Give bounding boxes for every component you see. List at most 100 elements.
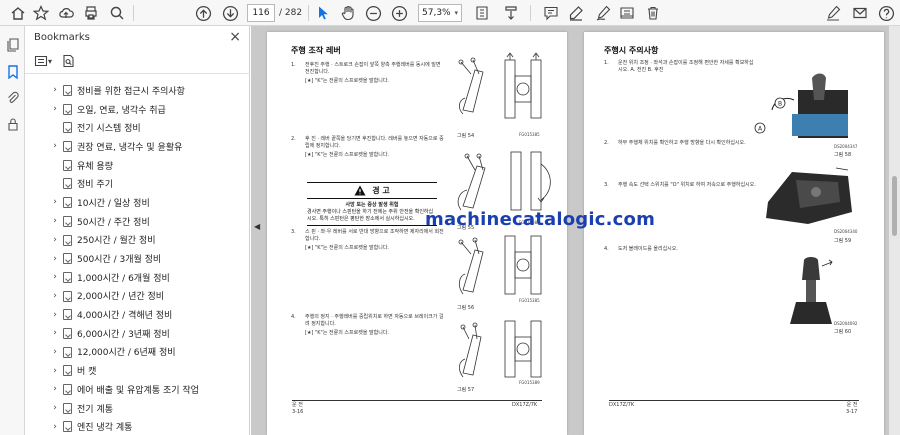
switch-panel-figure xyxy=(766,167,852,224)
bookmark-item[interactable]: › 50시간 / 주간 정비 xyxy=(25,212,243,231)
search-icon[interactable] xyxy=(107,3,127,23)
close-icon[interactable]: × xyxy=(229,29,241,45)
draw-icon[interactable] xyxy=(593,3,613,23)
document-viewer: ◀ ▶ 주행 조작 레버 1. 전후진 주행 · 스트로크 손잡이 앞쪽 양측 … xyxy=(251,26,900,435)
bookmark-item[interactable]: › 버 캣 xyxy=(25,361,243,380)
previous-page-icon[interactable] xyxy=(193,3,213,23)
home-icon[interactable] xyxy=(8,3,28,23)
step-item: 2. 하부 주행체 위치를 확인하고 주행 방향을 다시 확인하십시오. xyxy=(604,140,764,170)
chevron-right-icon[interactable]: › xyxy=(51,216,59,226)
bookmark-page-icon xyxy=(63,402,72,414)
print-icon[interactable] xyxy=(81,3,101,23)
zoom-level-value: 57,3% xyxy=(422,8,451,18)
page-thumbnails-icon[interactable] xyxy=(4,36,21,53)
select-cursor-icon[interactable] xyxy=(313,3,333,23)
step-text: 하부 주행체 위치를 확인하고 주행 방향을 다시 확인하십시오. xyxy=(618,140,746,146)
chevron-right-icon[interactable]: › xyxy=(51,328,59,338)
bookmark-options-button[interactable]: ▾ xyxy=(34,54,52,68)
step-text: 후 진 · 레버 끝쪽을 당기면 후진합니다. 레버를 놓으면 자동으로 중립에… xyxy=(305,136,444,149)
bookmark-item[interactable]: › 4,000시간 / 격해년 정비 xyxy=(25,305,243,324)
bookmark-label: 4,000시간 / 격해년 정비 xyxy=(77,311,173,322)
page-footer-model: DX17Z/7K xyxy=(609,402,635,408)
bookmark-item[interactable]: › 10시간 / 일상 정비 xyxy=(25,193,243,212)
bookmark-item[interactable]: 정비 주기 xyxy=(25,174,243,193)
bookmarks-toolbar: ▾ xyxy=(34,54,76,68)
bookmark-label: 1,000시간 / 6개월 정비 xyxy=(77,273,170,284)
bookmark-item[interactable]: › 권장 연료, 냉각수 및 윤활유 xyxy=(25,137,243,156)
document-scrollbar[interactable] xyxy=(889,26,900,435)
bookmark-item[interactable]: 유체 용량 xyxy=(25,156,243,175)
chevron-right-icon[interactable]: › xyxy=(51,85,59,95)
bookmark-page-icon xyxy=(63,384,72,395)
step-number: 2. xyxy=(604,140,609,146)
scrollbar-thumb[interactable] xyxy=(892,176,897,236)
bookmark-item[interactable]: › 오일, 연료, 냉각수 취급 xyxy=(25,100,243,119)
security-lock-icon[interactable] xyxy=(4,115,21,132)
highlight-pen-icon[interactable] xyxy=(566,3,586,23)
chevron-right-icon[interactable]: › xyxy=(51,197,59,207)
comment-icon[interactable] xyxy=(541,3,561,23)
bookmark-page-icon xyxy=(63,346,72,358)
bookmarks-divider xyxy=(25,73,250,74)
help-icon[interactable] xyxy=(876,3,896,23)
chevron-right-icon[interactable]: › xyxy=(51,310,59,320)
zoom-out-icon[interactable] xyxy=(363,3,383,23)
bookmark-star-icon[interactable] xyxy=(31,3,51,23)
chevron-right-icon[interactable]: › xyxy=(51,235,59,245)
bookmark-item[interactable]: › 에어 배출 및 유압계통 조기 작업 xyxy=(25,380,243,399)
chevron-right-icon[interactable]: › xyxy=(51,272,59,282)
bookmark-item[interactable]: › 1,000시간 / 6개월 정비 xyxy=(25,268,243,287)
zoom-in-icon[interactable] xyxy=(389,3,409,23)
bookmark-label: 오일, 연료, 냉각수 취급 xyxy=(77,105,166,116)
sign-icon[interactable] xyxy=(823,3,843,23)
chevron-right-icon[interactable]: › xyxy=(51,291,59,301)
cloud-upload-icon[interactable] xyxy=(56,3,76,23)
find-bookmark-button[interactable] xyxy=(62,54,76,68)
email-icon[interactable] xyxy=(850,3,870,23)
page-fit-icon[interactable] xyxy=(472,3,492,23)
bookmark-item[interactable]: › 2,000시간 / 년간 정비 xyxy=(25,287,243,306)
bookmark-item[interactable]: › 500시간 / 3개월 정비 xyxy=(25,249,243,268)
chevron-right-icon[interactable]: › xyxy=(51,104,59,114)
panel-collapse-left-icon[interactable]: ◀ xyxy=(254,222,260,231)
step-text: 전후진 주행 · 스트로크 손잡이 앞쪽 양측 주행레버를 동시에 밀면 전진합… xyxy=(305,62,441,75)
hand-tool-icon[interactable] xyxy=(338,3,358,23)
figure-caption: 그림 58 xyxy=(834,152,852,158)
bookmark-item[interactable]: › 엔진 냉각 계통 xyxy=(25,417,243,435)
current-page-field[interactable]: 116 xyxy=(247,4,275,22)
warning-title: 경 고 xyxy=(372,186,390,195)
bookmark-page-icon xyxy=(63,122,72,134)
step-item: 3. 스 핀 · 좌·우 레버를 서로 반대 방향으로 조작하면 제자리에서 회… xyxy=(291,229,451,269)
bookmark-item[interactable]: 전기 시스템 정비 xyxy=(25,118,243,137)
bookmark-label: 2,000시간 / 년간 정비 xyxy=(77,292,165,303)
attachments-icon[interactable] xyxy=(4,89,21,106)
zoom-level-field[interactable]: 57,3% ▾ xyxy=(418,4,462,22)
page-number-input[interactable]: 116 xyxy=(247,3,275,23)
step-item: 1. 운전 위치 조정 · 좌석과 손잡이를 조정해 편안한 자세를 확보하십시… xyxy=(604,60,764,120)
chevron-right-icon[interactable]: › xyxy=(51,403,59,413)
bookmark-page-icon xyxy=(63,327,72,339)
chevron-right-icon[interactable]: › xyxy=(51,141,59,151)
bookmark-page-icon xyxy=(63,234,72,246)
chevron-right-icon[interactable]: › xyxy=(51,384,59,394)
bookmark-item[interactable]: › 250시간 / 월간 정비 xyxy=(25,231,243,250)
bookmark-item[interactable]: › 전기 계통 xyxy=(25,399,243,418)
bookmark-page-icon xyxy=(63,290,72,302)
chevron-right-icon[interactable]: › xyxy=(51,366,59,376)
chevron-right-icon[interactable]: › xyxy=(51,347,59,357)
stamp-icon[interactable] xyxy=(617,3,637,23)
next-page-icon[interactable] xyxy=(220,3,240,23)
bookmark-item[interactable]: › 정비를 위한 접근시 주의사항 xyxy=(25,81,243,100)
warning-header: 경 고 xyxy=(307,185,437,199)
chevron-right-icon[interactable]: › xyxy=(51,254,59,264)
scroll-mode-icon[interactable] xyxy=(501,3,521,23)
zoom-select[interactable]: 57,3% ▾ xyxy=(418,3,462,23)
delete-icon[interactable] xyxy=(643,3,663,23)
bookmark-item[interactable]: › 6,000시간 / 3년째 정비 xyxy=(25,324,243,343)
bookmark-label: 전기 계통 xyxy=(77,404,113,415)
bookmarks-panel-icon[interactable] xyxy=(4,63,21,80)
bookmark-item[interactable]: › 12,000시간 / 6년째 정비 xyxy=(25,343,243,362)
warning-box: 경 고 사망 또는 중상 발생 위험 경사면 주행이나 스핀턴을 하기 전에는 … xyxy=(307,182,437,226)
chevron-right-icon[interactable]: › xyxy=(51,422,59,432)
step-item: 3. 주행 속도 선택 스위치를 "O" 위치로 하여 저속으로 주행하십시오. xyxy=(604,182,764,212)
